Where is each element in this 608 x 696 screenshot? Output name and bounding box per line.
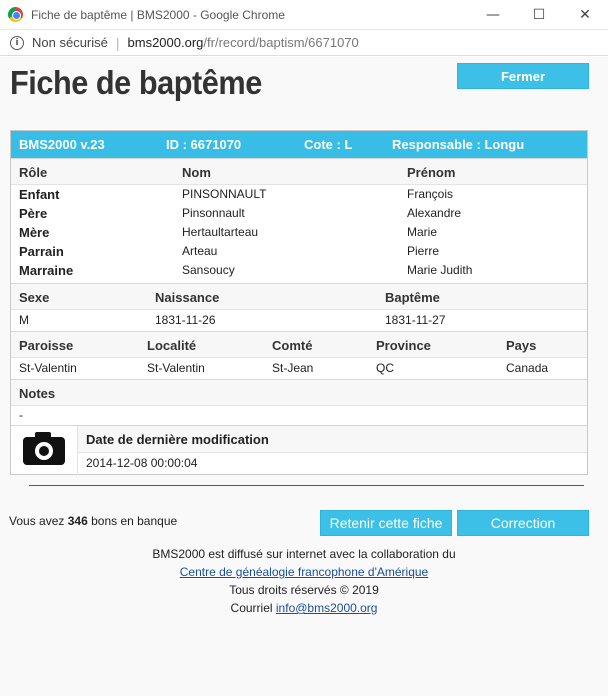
footer-courriel-label: Courriel xyxy=(230,601,273,615)
person-role: Père xyxy=(19,206,48,221)
dates-header: Sexe Naissance Baptême xyxy=(11,284,587,310)
divider xyxy=(29,485,584,486)
person-row: Mère Hertaultarteau Marie xyxy=(11,223,587,242)
notes-value: - xyxy=(19,408,23,422)
localite-column-header: Localité xyxy=(147,338,197,353)
address-bar[interactable]: i Non sécurisé | bms2000.org/fr/record/b… xyxy=(0,30,608,56)
page-title: Fiche de baptême xyxy=(10,64,262,101)
person-prenom: Marie Judith xyxy=(407,263,473,277)
correction-button[interactable]: Correction xyxy=(457,510,589,536)
person-nom: Arteau xyxy=(182,244,218,258)
maximize-button[interactable]: ☐ xyxy=(516,0,562,30)
persons-section: Rôle Nom Prénom Enfant PINSONNAULT Franç… xyxy=(11,158,587,283)
person-role: Parrain xyxy=(19,244,64,259)
url-host[interactable]: bms2000.org xyxy=(128,35,204,50)
person-prenom: Marie xyxy=(407,225,438,239)
naissance-column-header: Naissance xyxy=(155,290,220,305)
page-content: Fiche de baptême Fermer BMS2000 v.23 ID … xyxy=(0,57,608,696)
persons-list: Enfant PINSONNAULT François Père Pinsonn… xyxy=(11,185,587,283)
email-link[interactable]: info@bms2000.org xyxy=(276,601,378,615)
person-role: Marraine xyxy=(19,263,74,278)
dates-row: M 1831-11-26 1831-11-27 xyxy=(11,310,587,331)
close-window-button[interactable]: ✕ xyxy=(562,0,608,30)
person-prenom: Alexandre xyxy=(407,206,462,220)
person-role: Enfant xyxy=(19,187,60,202)
minimize-button[interactable]: — xyxy=(470,0,516,30)
localite-value: St-Valentin xyxy=(147,361,205,375)
record-header: BMS2000 v.23 ID : 6671070 Cote : L Respo… xyxy=(11,131,587,158)
pays-column-header: Pays xyxy=(506,338,537,353)
place-header: Paroisse Localité Comté Province Pays xyxy=(11,332,587,358)
comte-value: St-Jean xyxy=(272,361,314,375)
info-icon[interactable]: i xyxy=(10,35,24,50)
bapteme-column-header: Baptême xyxy=(385,290,440,305)
bank-prefix: Vous avez xyxy=(9,514,65,528)
person-nom: Pinsonnault xyxy=(182,206,245,220)
security-status[interactable]: Non sécurisé xyxy=(32,35,108,50)
footer-rights: Tous droits réservés © 2019 xyxy=(229,583,379,597)
chrome-logo-icon xyxy=(8,7,23,22)
province-column-header: Province xyxy=(376,338,431,353)
naissance-value: 1831-11-26 xyxy=(155,313,216,327)
person-prenom: Pierre xyxy=(407,244,440,258)
nom-column-header: Nom xyxy=(182,165,211,180)
bank-balance: Vous avez 346 bons en banque xyxy=(9,514,177,528)
cgfa-link[interactable]: Centre de généalogie francophone d'Améri… xyxy=(180,565,428,579)
window-titlebar: Fiche de baptême | BMS2000 - Google Chro… xyxy=(0,0,608,30)
notes-label: Notes xyxy=(19,386,56,401)
camera-icon[interactable] xyxy=(23,431,65,465)
persons-header: Rôle Nom Prénom xyxy=(11,159,587,185)
person-nom: Hertaultarteau xyxy=(182,225,259,239)
sexe-column-header: Sexe xyxy=(19,290,50,305)
bank-suffix: bons en banque xyxy=(91,514,178,528)
person-row: Père Pinsonnault Alexandre xyxy=(11,204,587,223)
province-value: QC xyxy=(376,361,394,375)
person-prenom: François xyxy=(407,187,454,201)
bank-count: 346 xyxy=(67,514,88,528)
person-row: Enfant PINSONNAULT François xyxy=(11,185,587,204)
close-button[interactable]: Fermer xyxy=(457,63,589,89)
notes-row: - xyxy=(11,406,587,425)
place-row: St-Valentin St-Valentin St-Jean QC Canad… xyxy=(11,358,587,379)
person-nom: Sansoucy xyxy=(182,263,235,277)
address-separator: | xyxy=(115,34,120,51)
camera-cell[interactable] xyxy=(11,426,78,475)
role-column-header: Rôle xyxy=(19,165,48,180)
person-role: Mère xyxy=(19,225,50,240)
dates-section: Sexe Naissance Baptême M 1831-11-26 1831… xyxy=(11,283,587,331)
pays-value: Canada xyxy=(506,361,549,375)
record-responsable: Responsable : Longu xyxy=(392,137,525,152)
modification-value: 2014-12-08 00:00:04 xyxy=(86,456,198,470)
window-title: Fiche de baptême | BMS2000 - Google Chro… xyxy=(31,7,285,22)
sexe-value: M xyxy=(19,313,29,327)
record-id: ID : 6671070 xyxy=(166,137,242,152)
record-version: BMS2000 v.23 xyxy=(19,137,105,152)
prenom-column-header: Prénom xyxy=(407,165,456,180)
url-path[interactable]: /fr/record/baptism/6671070 xyxy=(203,35,358,50)
place-section: Paroisse Localité Comté Province Pays St… xyxy=(11,331,587,379)
footer-collaboration: BMS2000 est diffusé sur internet avec la… xyxy=(152,547,456,561)
bapteme-value: 1831-11-27 xyxy=(385,313,446,327)
paroisse-column-header: Paroisse xyxy=(19,338,74,353)
notes-section: Notes - xyxy=(11,379,587,425)
person-row: Parrain Arteau Pierre xyxy=(11,242,587,261)
retain-record-button[interactable]: Retenir cette fiche xyxy=(320,510,452,536)
person-row: Marraine Sansoucy Marie Judith xyxy=(11,261,587,280)
paroisse-value: St-Valentin xyxy=(19,361,77,375)
modification-section: Date de dernière modification 2014-12-08… xyxy=(11,425,587,475)
footer: BMS2000 est diffusé sur internet avec la… xyxy=(0,545,608,617)
modification-header: Date de dernière modification xyxy=(78,426,587,453)
modification-label: Date de dernière modification xyxy=(86,432,269,447)
record-cote: Cote : L xyxy=(304,137,353,152)
notes-header: Notes xyxy=(11,380,587,406)
baptism-record: BMS2000 v.23 ID : 6671070 Cote : L Respo… xyxy=(10,130,588,475)
comte-column-header: Comté xyxy=(272,338,313,353)
person-nom: PINSONNAULT xyxy=(182,187,267,201)
